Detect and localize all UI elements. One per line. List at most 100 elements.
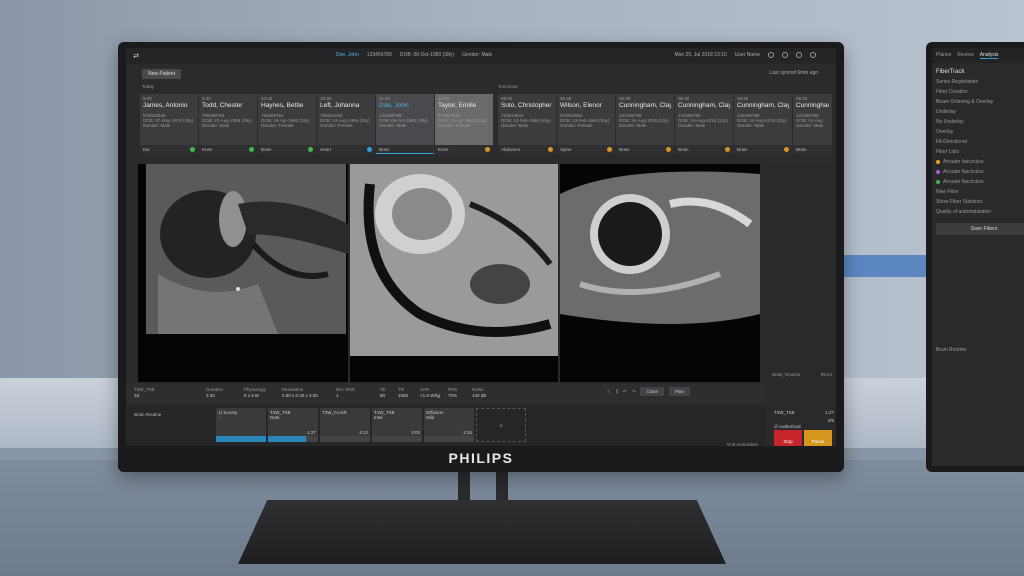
star-icon	[607, 147, 612, 152]
tab-analysis[interactable]: Analysis	[979, 52, 999, 59]
new-patient-button[interactable]: New Patient	[142, 69, 181, 79]
underlay-label: Underlay	[936, 109, 957, 115]
undo-icon[interactable]: ↶	[623, 389, 627, 395]
redo-icon[interactable]: ↷	[632, 389, 636, 395]
patient-card[interactable]: 12:00 Taylor, Emilie 876824535 DOB: 16-Apr…	[435, 94, 493, 154]
param: Physiology 8 x 8 t8	[244, 387, 266, 398]
protocol-progress-label: Brain_Routine 09:44	[772, 372, 832, 377]
queue-item[interactable]: T2W_TSE Dark 1:27	[268, 408, 318, 442]
info-icon[interactable]	[810, 52, 816, 58]
fiber-creation[interactable]: Fiber Creation	[932, 87, 1024, 97]
patient-card[interactable]: 08:30Cunningham, Clayton 123456789DOB: 2…	[734, 94, 792, 154]
overlay-label: Overlay	[936, 129, 954, 135]
fiber-item[interactable]: Arcuate fasciculus	[932, 157, 1024, 167]
add-scan-button[interactable]: ⊕	[476, 408, 526, 442]
overlay-select[interactable]: FA Directional	[932, 137, 1024, 147]
quality-automatization[interactable]: Quality of automatization	[932, 207, 1024, 217]
param: SAR <1.8 W/kg	[420, 387, 441, 398]
columns-icon[interactable]: ⫼	[616, 389, 618, 394]
scan-side-panel: Brain_Routine 09:44	[764, 164, 836, 390]
mri-viewport-axial[interactable]	[560, 164, 760, 382]
secondary-routine-label: Brain Routine	[936, 347, 967, 353]
patient-card[interactable]: 08:30Cunningham, Clayton 123456789DOB: 2…	[616, 94, 674, 154]
mri-viewport-coronal[interactable]	[138, 164, 348, 382]
fiber-color-dot	[936, 159, 940, 164]
fibertrack-title: FiberTrack	[936, 69, 965, 75]
show-fiber-statistics[interactable]: Show Fiber Statistics	[932, 197, 1024, 207]
star-icon	[485, 147, 490, 152]
patient-card[interactable]: 10:00 Haynes, Bettie 765489754 DOB: 18-Apr…	[258, 94, 316, 154]
exam-type: Abdomen	[498, 145, 556, 154]
app-logo-icon: ⇄	[133, 53, 139, 60]
close-button[interactable]: Close	[640, 387, 664, 396]
patient-card[interactable]: 08:30Cunningham, Clayton 123456789DOB: 2…	[675, 94, 733, 154]
new-fiber[interactable]: New Fiber	[932, 187, 1024, 197]
exam-type: Heart	[317, 145, 375, 154]
mri-image-shoulder-coronal	[138, 164, 348, 382]
fiber-color-dot	[936, 179, 940, 184]
check-icon	[190, 147, 195, 152]
patient-schedule: 9:00 James, Antonio 876823546 DOB: 07-May-…	[140, 94, 832, 158]
user-name[interactable]: User Name	[735, 52, 760, 58]
queue-progress	[268, 436, 306, 442]
series-registration[interactable]: Series Registration	[932, 77, 1024, 87]
tab-review[interactable]: Review	[957, 52, 973, 59]
last-synced: Last synced 6min ago	[769, 70, 818, 76]
sync-icon	[367, 147, 372, 152]
exam-type: Knee	[435, 145, 493, 154]
gear-icon[interactable]	[796, 52, 802, 58]
patient-gender: Gender: Male	[462, 52, 493, 58]
plan-button[interactable]: Plan	[668, 387, 690, 396]
exam-type: Brain	[258, 145, 316, 154]
patient-card[interactable]: 08:30 Wilson, Elenor 310034654 DOB: 13-Feb…	[557, 94, 615, 154]
save-fibers-button[interactable]: Save Fibers	[936, 223, 1024, 235]
exam-type: Brain	[734, 145, 792, 154]
param: TR 1500	[398, 387, 409, 398]
mri-viewport-sagittal[interactable]	[350, 164, 558, 382]
exam-type: Knee	[199, 145, 257, 154]
secondary-monitor: Planes Review Analysis FiberTrack Series…	[926, 42, 1024, 472]
patient-id: 123456789	[366, 52, 392, 58]
fiber-item[interactable]: Arcuate fasciculus	[932, 177, 1024, 187]
patient-card[interactable]: 9:00 James, Antonio 876823546 DOB: 07-May-…	[140, 94, 198, 154]
queue-item[interactable]: T2W_FLAIR 4:12	[320, 408, 370, 442]
check-icon	[308, 147, 313, 152]
queue-progress	[216, 436, 266, 442]
param: T2W_TSE 3d	[134, 387, 155, 398]
viewer-controls: ⓘ ⫼ ↶ ↷ Close Plan	[606, 387, 690, 396]
beam-ordering: Beam Ordering & Overlay	[936, 99, 994, 105]
queue-item[interactable]: T1W_TSE Intel 3:02	[372, 408, 422, 442]
patient-card[interactable]: 08:30Cunningham 123456789DOB: 24-AugGend…	[793, 94, 832, 154]
secondary-tabs: Planes Review Analysis	[932, 48, 1024, 63]
patient-card[interactable]: 9:30 Todd, Chester 765489754 DOB: 22-Aug-1…	[199, 94, 257, 154]
exam-type: Brain	[376, 145, 434, 154]
tab-planes[interactable]: Planes	[936, 52, 951, 59]
param: Resolution 0.60 x 0.40 x 3.00	[282, 387, 318, 398]
stop-button[interactable]: Stop	[774, 430, 802, 446]
queue-item[interactable]: 1) Survey ✓	[216, 408, 266, 442]
help-icon[interactable]	[782, 52, 788, 58]
day-label-tomorrow: Tomorrow	[498, 84, 518, 89]
mri-image-shoulder-sagittal	[350, 164, 558, 382]
patient-name: Doe, John	[336, 52, 359, 58]
fiber-color-dot	[936, 169, 940, 174]
pause-button[interactable]: Pause	[804, 430, 832, 446]
background-object	[838, 255, 928, 277]
patient-card-current[interactable]: 11:30 Doe, John 123456789 DOB: 06-Oct-1980…	[376, 94, 434, 154]
secondary-screen: Planes Review Analysis FiberTrack Series…	[932, 48, 1024, 466]
main-monitor: ⇄ Doe, John 123456789 DOB: 06-Oct-1980 (…	[118, 42, 844, 472]
underlay-select[interactable]: No Underlay	[932, 117, 1024, 127]
queue-item[interactable]: Diffusion Mild 2:10	[424, 408, 474, 442]
fiber-item[interactable]: Arcuate fasciculus	[932, 167, 1024, 177]
chat-icon[interactable]	[768, 52, 774, 58]
main-screen: ⇄ Doe, John 123456789 DOB: 06-Oct-1980 (…	[126, 48, 836, 464]
exam-type: Brain	[793, 145, 832, 154]
exam-type: Brain	[616, 145, 674, 154]
info-icon[interactable]: ⓘ	[606, 389, 611, 395]
star-icon	[725, 147, 730, 152]
patient-card[interactable]: 08:00 Soto, Christopher 763534534 DOB: 13-…	[498, 94, 556, 154]
top-bar: ⇄ Doe, John 123456789 DOB: 06-Oct-1980 (…	[126, 48, 836, 64]
star-icon	[548, 147, 553, 152]
patient-card[interactable]: 10:30 Left, Johanna 786624234 DOB: 24-Aug-…	[317, 94, 375, 154]
stand-base	[238, 500, 726, 564]
